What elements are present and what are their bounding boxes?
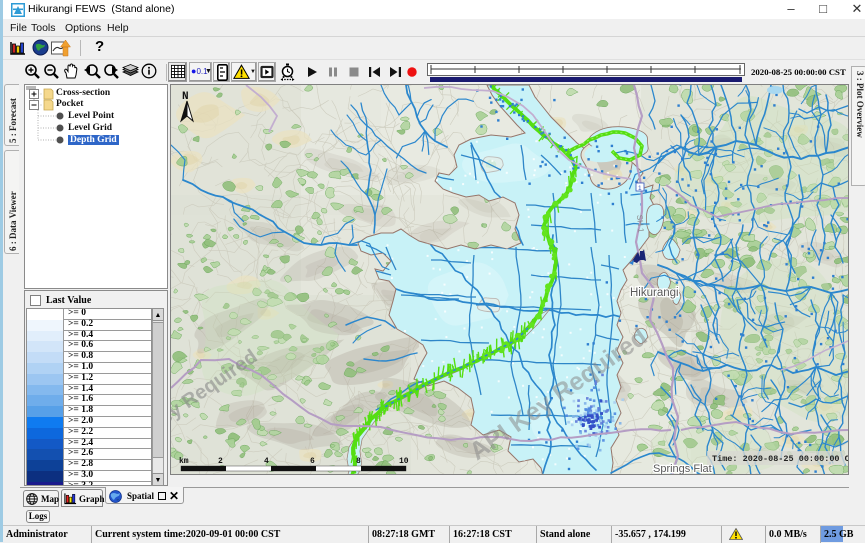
svg-text:Time: 2020-08-25 00:00:00 CST: Time: 2020-08-25 00:00:00 CST bbox=[712, 454, 849, 464]
svg-text:8: 8 bbox=[356, 457, 361, 466]
svg-text:4: 4 bbox=[264, 457, 269, 466]
svg-text:1: 1 bbox=[638, 185, 642, 192]
svg-text:km: km bbox=[179, 457, 189, 466]
svg-text:SH 1: SH 1 bbox=[635, 214, 646, 233]
svg-text:2: 2 bbox=[218, 457, 223, 466]
svg-text:6: 6 bbox=[310, 457, 315, 466]
svg-text:10: 10 bbox=[399, 457, 409, 466]
svg-text:Springs Flat: Springs Flat bbox=[653, 463, 712, 475]
svg-text:Hikurangi: Hikurangi bbox=[630, 287, 679, 299]
svg-text:N: N bbox=[182, 91, 189, 103]
